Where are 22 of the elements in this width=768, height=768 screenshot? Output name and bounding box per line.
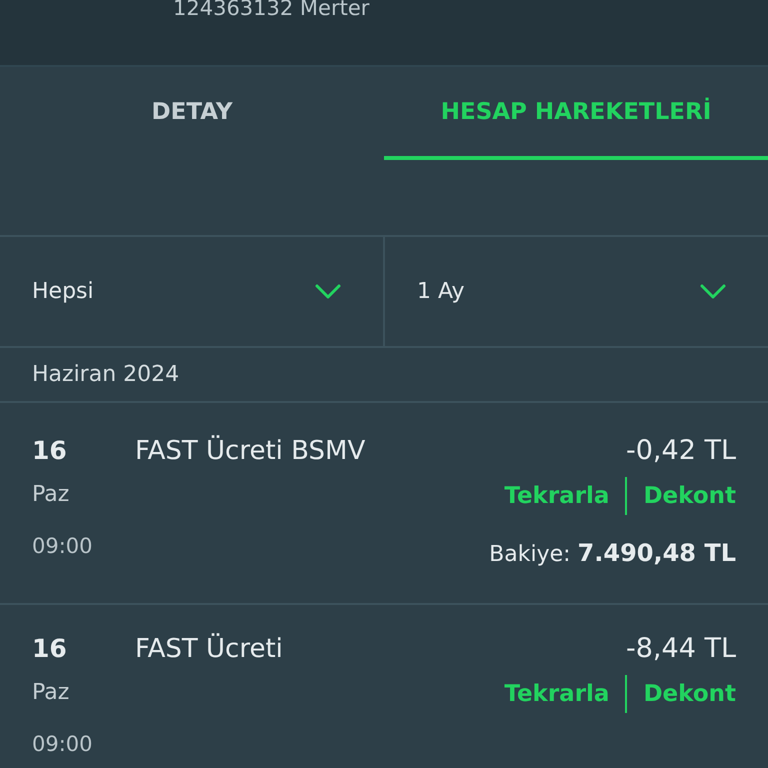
filter-dropdown[interactable]: Hepsi	[0, 237, 383, 346]
chevron-down-icon	[700, 284, 726, 300]
time: 09:00	[32, 533, 94, 560]
balance: Bakiye: 7.490,48 TL	[489, 538, 736, 569]
action-link[interactable]: Tekrarla	[504, 483, 610, 509]
action-link[interactable]: Dekont	[643, 681, 736, 707]
weekday: Paz	[32, 679, 70, 707]
tab[interactable]: HESAP HAREKETLERİ	[384, 67, 768, 160]
transaction-description: FAST Ücreti BSMV	[135, 434, 366, 468]
tab[interactable]: DETAY	[0, 67, 384, 160]
filter-dropdown[interactable]: 1 Ay	[383, 237, 768, 346]
month-heading: Haziran 2024	[32, 362, 180, 387]
action-link[interactable]: Tekrarla	[504, 681, 610, 707]
amount: -8,44 TL	[626, 632, 736, 666]
transaction-description: FAST Ücreti	[135, 632, 284, 666]
chevron-down-icon	[315, 284, 341, 300]
day-number: 16	[32, 435, 68, 467]
action-link[interactable]: Dekont	[643, 483, 736, 509]
day-number: 16	[32, 633, 68, 665]
weekday: Paz	[32, 481, 70, 509]
amount: -0,42 TL	[626, 434, 736, 468]
time: 09:00	[32, 731, 94, 758]
